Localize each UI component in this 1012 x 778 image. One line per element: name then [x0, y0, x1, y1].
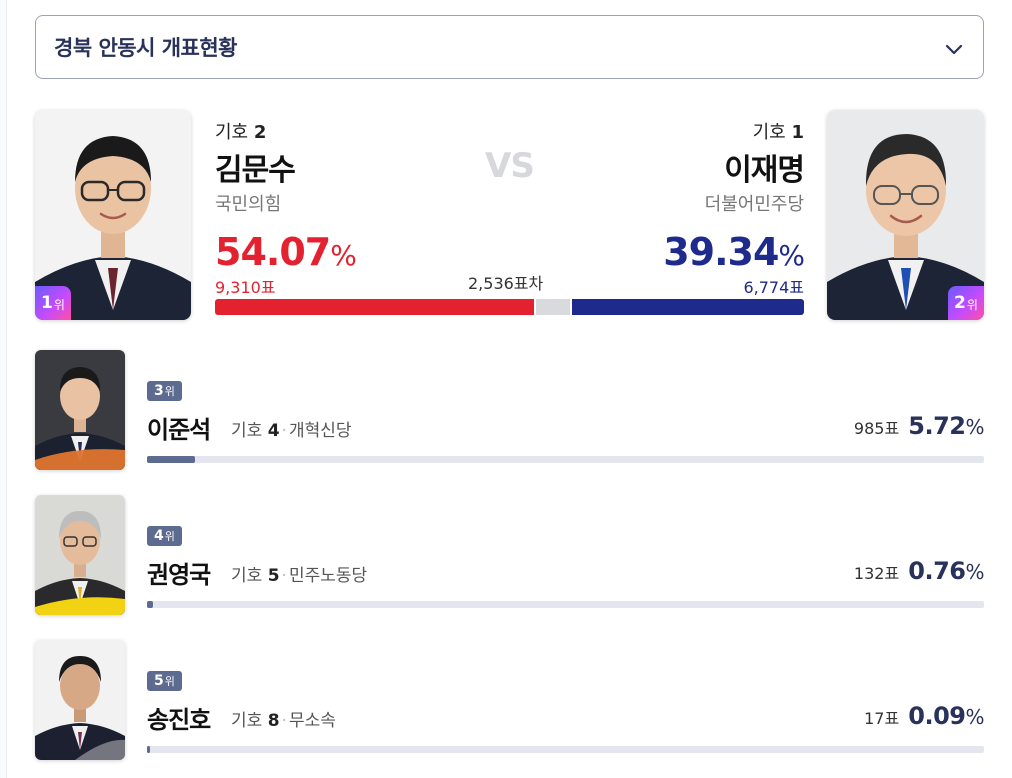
vote-share-fill	[147, 746, 150, 753]
runner-giho: 기호 1	[663, 118, 804, 144]
winner-name: 김문수	[215, 153, 296, 188]
winner-info: 기호 2 김문수 국민의힘 54.07% 9,310표	[215, 118, 357, 298]
rank-number: 3	[154, 383, 164, 399]
candidate-meta: 기호 5 · 민주노동당	[231, 561, 367, 586]
giho-label: 기호	[231, 421, 263, 441]
giho-label: 기호	[752, 122, 786, 143]
runner-votes: 6,774표	[743, 278, 804, 297]
candidate-party: 개혁신당	[288, 421, 352, 441]
percent-value: 5.72	[908, 412, 966, 440]
percent-unit: %	[965, 705, 984, 729]
vote-share-track	[147, 456, 984, 463]
rank-badge-2: 2위	[948, 286, 984, 320]
candidate-votes: 132표	[853, 564, 900, 583]
runner-percent: 39.34%	[663, 230, 805, 274]
candidate-result: 985표 5.72%	[853, 412, 985, 440]
candidate-percent: 0.09%	[908, 702, 984, 730]
winner-giho: 기호 2	[215, 118, 356, 144]
percent-value: 39.34	[663, 230, 779, 274]
candidate-percent: 0.76%	[908, 557, 984, 585]
candidate-portrait-image	[35, 350, 125, 470]
candidate-votes: 17표	[864, 709, 900, 728]
percent-value: 0.76	[908, 557, 966, 585]
rank-suffix: 위	[53, 298, 65, 312]
rank-badge-5: 5위	[147, 671, 182, 691]
rank-badge-1: 1위	[35, 286, 71, 320]
percent-unit: %	[330, 239, 357, 272]
runner-info: 기호 1 이재명 더불어민주당 39.34% 6,774표	[663, 118, 805, 298]
candidate-meta: 기호 4 · 개혁신당	[231, 416, 352, 441]
runner-name: 이재명	[724, 153, 805, 188]
percent-unit: %	[965, 415, 984, 439]
candidate-result: 17표 0.09%	[864, 702, 984, 730]
candidate-percent: 5.72%	[908, 412, 984, 440]
candidate-name: 이준석	[147, 416, 211, 444]
candidate-result: 132표 0.76%	[853, 557, 985, 585]
candidate-party: 민주노동당	[288, 566, 368, 586]
giho-number: 8	[267, 711, 280, 731]
candidate-portrait-image	[35, 495, 125, 615]
rank-suffix: 위	[164, 675, 175, 688]
percent-value: 54.07	[215, 230, 331, 274]
candidate-name: 권영국	[147, 561, 211, 589]
candidate-name: 송진호	[147, 706, 211, 734]
giho-label: 기호	[215, 122, 249, 143]
separator-dot: ·	[281, 421, 287, 441]
vs-label: VS	[485, 146, 535, 186]
runner-photo: 2위	[827, 110, 984, 320]
rank-number: 4	[154, 528, 164, 544]
candidate-row: 5위 송진호 기호 8 · 무소속 17표 0.09%	[35, 640, 984, 760]
vote-share-track	[147, 601, 984, 608]
giho-number: 4	[267, 421, 280, 441]
percent-unit: %	[965, 560, 984, 584]
candidate-party: 무소속	[288, 711, 336, 731]
rank-suffix: 위	[164, 385, 175, 398]
percent-unit: %	[778, 239, 805, 272]
rank-number: 2	[954, 293, 966, 313]
candidate-photo	[35, 640, 125, 760]
rank-number: 5	[154, 673, 164, 689]
rank-badge-3: 3위	[147, 381, 182, 401]
winner-bar-segment	[215, 299, 534, 315]
winner-photo: 1위	[35, 110, 191, 320]
candidate-row: 3위 이준석 기호 4 · 개혁신당 985표 5.72%	[35, 350, 984, 470]
vote-share-fill	[147, 601, 154, 608]
vote-gap: 2,536표차	[468, 274, 544, 293]
winner-percent: 54.07%	[215, 230, 357, 274]
winner-votes: 9,310표	[215, 278, 276, 297]
winner-party: 국민의힘	[215, 194, 282, 215]
candidate-row: 4위 권영국 기호 5 · 민주노동당 132표 0.76%	[35, 495, 984, 615]
candidate-meta: 기호 8 · 무소속	[231, 706, 336, 731]
rank-suffix: 위	[966, 298, 978, 312]
rank-suffix: 위	[164, 530, 175, 543]
left-border	[0, 0, 7, 778]
giho-number: 5	[267, 566, 280, 586]
giho-label: 기호	[231, 711, 263, 731]
giho-label: 기호	[231, 566, 263, 586]
vote-share-track	[147, 746, 984, 753]
giho-number: 2	[253, 122, 267, 143]
candidate-photo	[35, 350, 125, 470]
separator-dot: ·	[281, 566, 287, 586]
head-to-head-bar	[215, 299, 804, 315]
region-dropdown[interactable]: 경북 안동시 개표현황	[35, 15, 984, 79]
candidate-votes: 985표	[853, 419, 900, 438]
chevron-down-icon[interactable]	[943, 38, 965, 60]
gap-bar-segment	[536, 299, 570, 315]
runner-bar-segment	[572, 299, 804, 315]
candidate-portrait-image	[35, 640, 125, 760]
runner-party: 더불어민주당	[704, 194, 804, 215]
rank-badge-4: 4위	[147, 526, 182, 546]
region-title: 경북 안동시 개표현황	[54, 36, 238, 60]
rank-number: 1	[41, 293, 53, 313]
giho-number: 1	[791, 122, 804, 143]
candidate-photo	[35, 495, 125, 615]
percent-value: 0.09	[908, 702, 966, 730]
separator-dot: ·	[281, 711, 287, 731]
vote-share-fill	[147, 456, 195, 463]
